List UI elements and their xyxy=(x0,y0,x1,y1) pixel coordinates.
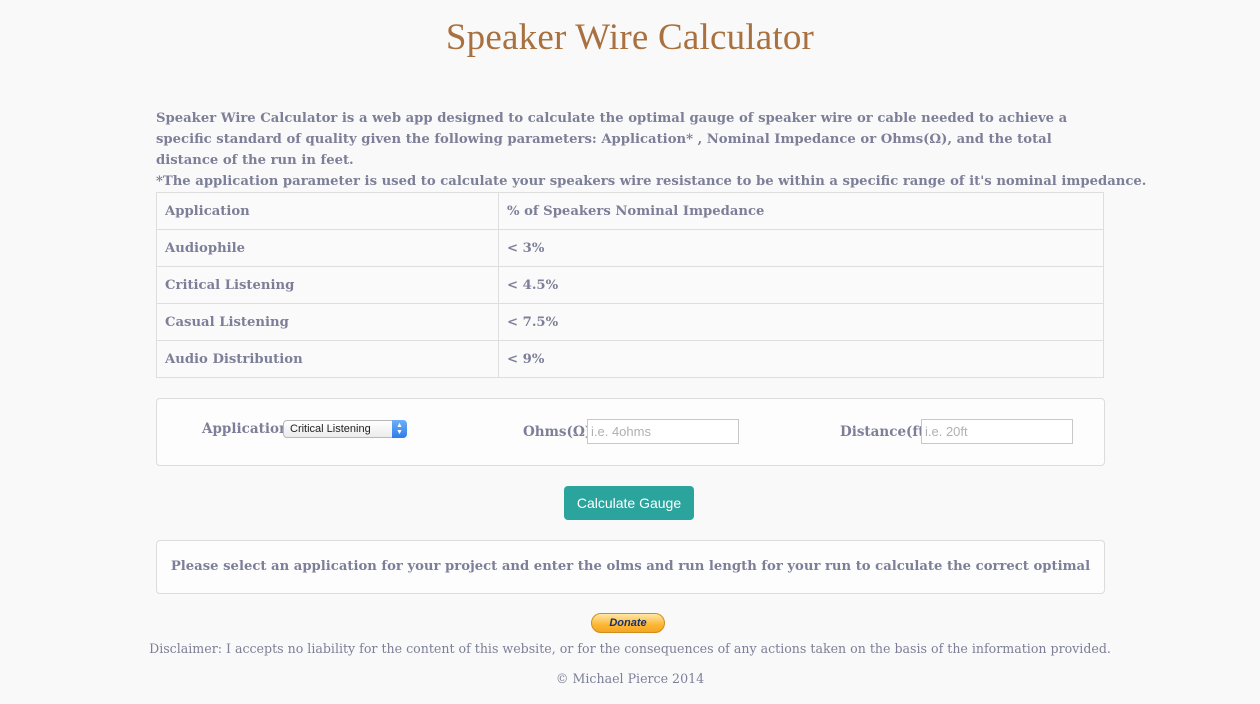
table-header-application: Application xyxy=(156,192,499,230)
table-header-impedance: % of Speakers Nominal Impedance xyxy=(498,192,1104,230)
copyright-text: © Michael Pierce 2014 xyxy=(555,671,705,686)
table-cell-application: Critical Listening xyxy=(156,266,499,304)
calculate-gauge-button[interactable]: Calculate Gauge xyxy=(564,486,694,520)
application-table: Application % of Speakers Nominal Impeda… xyxy=(156,192,1104,378)
table-cell-application: Casual Listening xyxy=(156,303,499,341)
table-cell-impedance: < 9% xyxy=(498,340,1104,378)
application-label: Application xyxy=(202,421,289,437)
application-note: *The application parameter is used to ca… xyxy=(156,174,1147,189)
application-select-value: Critical Listening xyxy=(290,423,371,435)
table-header-row: Application % of Speakers Nominal Impeda… xyxy=(156,192,1104,230)
table-cell-impedance: < 7.5% xyxy=(498,303,1104,341)
select-arrows-icon: ▲ ▼ xyxy=(392,420,407,438)
table-cell-impedance: < 4.5% xyxy=(498,266,1104,304)
result-message: Please select an application for your pr… xyxy=(156,540,1105,626)
intro-paragraph: Speaker Wire Calculator is a web app des… xyxy=(156,111,1068,168)
distance-input[interactable]: i.e. 20ft xyxy=(921,419,1073,444)
table-cell-application: Audiophile xyxy=(156,229,499,267)
application-select[interactable]: Critical Listening ▲ ▼ xyxy=(283,420,407,438)
table-cell-impedance: < 3% xyxy=(498,229,1104,267)
table-row: Audiophile < 3% xyxy=(156,229,1104,267)
page-title: Speaker Wire Calculator xyxy=(445,17,815,58)
table-row: Audio Distribution < 9% xyxy=(156,340,1104,378)
table-cell-application: Audio Distribution xyxy=(156,340,499,378)
calculator-form: Application Critical Listening ▲ ▼ Ohms(Ω… xyxy=(156,398,1105,466)
ohms-input[interactable]: i.e. 4ohms xyxy=(587,419,739,444)
table-row: Casual Listening < 7.5% xyxy=(156,303,1104,341)
donate-button[interactable]: Donate xyxy=(591,613,665,633)
ohms-label: Ohms(Ω) xyxy=(523,424,592,440)
table-row: Critical Listening < 4.5% xyxy=(156,266,1104,304)
page: Speaker Wire Calculator Speaker Wire Cal… xyxy=(0,0,1260,704)
distance-label: Distance(ft) xyxy=(840,424,931,440)
disclaimer-text: Disclaimer: I accepts no liability for t… xyxy=(149,641,1111,656)
